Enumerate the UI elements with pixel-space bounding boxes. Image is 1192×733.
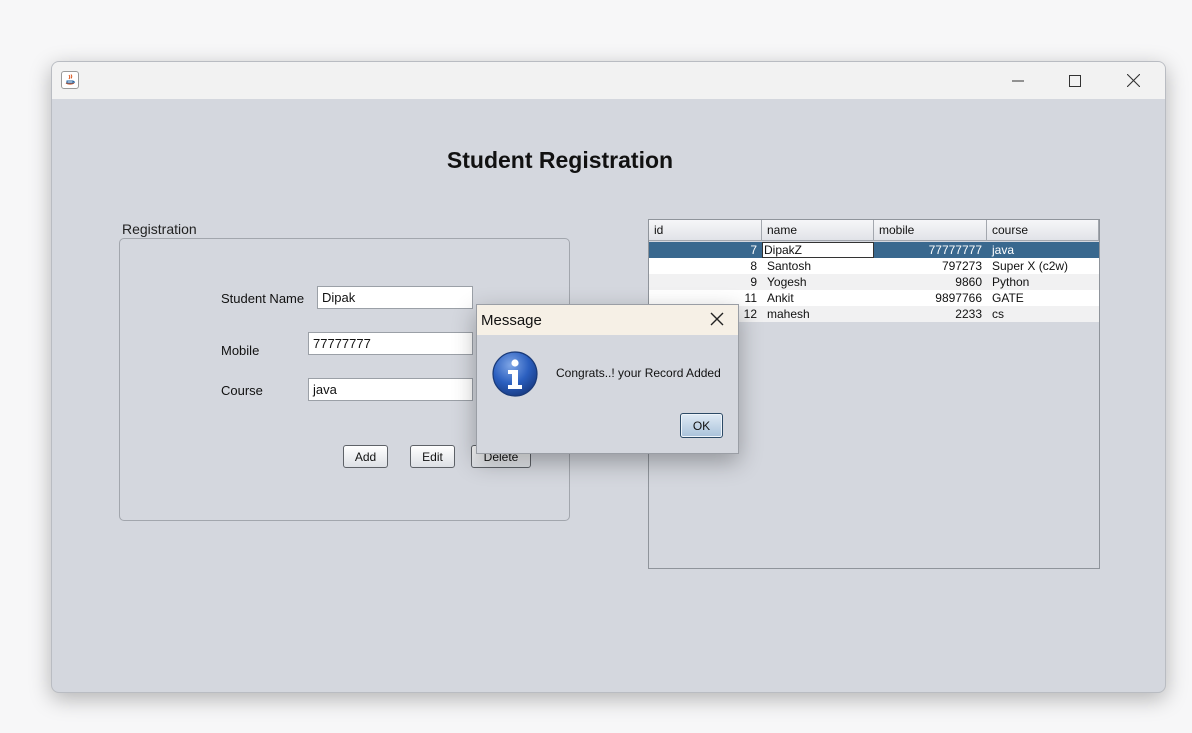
table-row[interactable]: 7 DipakZ 77777777 java xyxy=(649,242,1099,258)
column-header-id[interactable]: id xyxy=(649,220,762,241)
info-icon xyxy=(491,350,539,398)
close-icon[interactable] xyxy=(1110,62,1156,99)
minimize-icon[interactable] xyxy=(995,62,1041,99)
ok-button[interactable]: OK xyxy=(680,413,723,438)
title-bar[interactable] xyxy=(52,62,1165,99)
column-header-course[interactable]: course xyxy=(987,220,1099,241)
course-field[interactable]: java xyxy=(308,378,473,401)
page-title: Student Registration xyxy=(446,147,674,173)
maximize-icon[interactable] xyxy=(1052,62,1098,99)
message-dialog: Message Congrats..! your Record Added OK xyxy=(476,304,739,454)
cell-mobile: 9897766 xyxy=(935,291,982,305)
table-header: id name mobile course xyxy=(649,220,1099,241)
student-name-label: Student Name xyxy=(221,291,305,306)
cell-id: 7 xyxy=(750,243,757,257)
student-name-field[interactable]: Dipak xyxy=(317,286,473,309)
table-row[interactable]: 9 Yogesh 9860 Python xyxy=(649,274,1099,290)
add-button[interactable]: Add xyxy=(343,445,388,468)
course-label: Course xyxy=(221,383,263,398)
column-header-name[interactable]: name xyxy=(762,220,874,241)
cell-id: 9 xyxy=(750,275,757,289)
column-header-mobile[interactable]: mobile xyxy=(874,220,987,241)
cell-course: Super X (c2w) xyxy=(992,259,1069,273)
mobile-field[interactable]: 77777777 xyxy=(308,332,473,355)
dialog-close-icon[interactable] xyxy=(706,310,728,330)
dialog-title-bar[interactable]: Message xyxy=(477,305,738,335)
cell-name: Yogesh xyxy=(767,275,807,289)
cell-mobile: 2233 xyxy=(955,307,982,321)
cell-course: GATE xyxy=(992,291,1024,305)
edit-button[interactable]: Edit xyxy=(410,445,455,468)
cell-mobile: 797273 xyxy=(941,259,982,273)
cell-name: mahesh xyxy=(767,307,810,321)
cell-course: Python xyxy=(992,275,1030,289)
mobile-label: Mobile xyxy=(221,343,260,358)
cell-course: java xyxy=(992,243,1015,257)
cell-mobile: 77777777 xyxy=(928,243,982,257)
registration-group-label: Registration xyxy=(122,221,197,237)
java-icon xyxy=(61,71,79,89)
dialog-title: Message xyxy=(481,312,542,329)
cell-name: Santosh xyxy=(767,259,812,273)
dialog-message: Congrats..! your Record Added xyxy=(556,366,721,380)
cell-id: 8 xyxy=(750,259,757,273)
table-row[interactable]: 8 Santosh 797273 Super X (c2w) xyxy=(649,258,1099,274)
cell-course: cs xyxy=(992,307,1004,321)
cell-mobile: 9860 xyxy=(955,275,982,289)
cell-name-editor[interactable]: DipakZ xyxy=(762,242,874,258)
cell-name: Ankit xyxy=(767,291,794,305)
